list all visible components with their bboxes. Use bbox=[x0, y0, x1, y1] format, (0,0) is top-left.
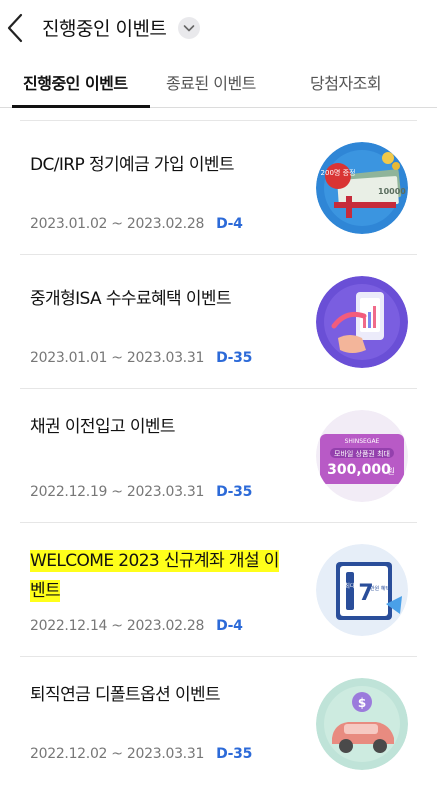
car-coin-icon: $ bbox=[316, 678, 408, 770]
dday-badge: D-4 bbox=[216, 216, 243, 232]
event-date: 2023.01.02 ~ 2023.02.28 D-4 bbox=[30, 216, 243, 232]
event-title: DC/IRP 정기예금 가입 이벤트 bbox=[30, 155, 235, 175]
gift-card-icon: SHINSEGAE 모바일 상품권 최대 300,000 원 bbox=[316, 410, 408, 502]
event-period: 2022.12.14 ~ 2023.02.28 bbox=[30, 618, 205, 634]
benefit-suffix: 만원 혜택 bbox=[370, 585, 390, 592]
hand-phone-chart-icon bbox=[316, 276, 408, 368]
event-period: 2022.12.19 ~ 2023.03.31 bbox=[30, 484, 205, 500]
event-date: 2022.12.02 ~ 2023.03.31 D-35 bbox=[30, 746, 252, 762]
chevron-down-icon[interactable] bbox=[178, 17, 200, 39]
dday-badge: D-4 bbox=[216, 618, 243, 634]
dday-badge: D-35 bbox=[216, 484, 253, 500]
app-header: 진행중인 이벤트 bbox=[0, 0, 437, 56]
dday-badge: D-35 bbox=[216, 350, 253, 366]
highlighted-title-line: WELCOME 2023 신규계좌 개설 이 bbox=[30, 550, 279, 572]
event-title: WELCOME 2023 신규계좌 개설 이 벤트 bbox=[30, 546, 320, 606]
calendar-benefit-icon: 최대 7 만원 혜택 bbox=[316, 544, 408, 636]
gift-badge: 200명 증정 bbox=[321, 168, 356, 177]
event-item-welcome[interactable]: WELCOME 2023 신규계좌 개설 이 벤트 2022.12.14 ~ 2… bbox=[0, 522, 437, 656]
benefit-big-number: 7 bbox=[358, 581, 373, 606]
event-date: 2022.12.14 ~ 2023.02.28 D-4 bbox=[30, 618, 243, 634]
event-date: 2022.12.19 ~ 2023.03.31 D-35 bbox=[30, 484, 252, 500]
event-item-isa[interactable]: 중개형ISA 수수료혜택 이벤트 2023.01.01 ~ 2023.03.31… bbox=[0, 254, 437, 388]
card-unit: 원 bbox=[387, 467, 394, 476]
tab-ended-events[interactable]: 종료된 이벤트 bbox=[166, 70, 256, 94]
event-item-bond[interactable]: 채권 이전입고 이벤트 2022.12.19 ~ 2023.03.31 D-35 … bbox=[0, 388, 437, 522]
tab-winner-lookup[interactable]: 당첨자조회 bbox=[310, 70, 382, 94]
event-title: 퇴직연금 디폴트옵션 이벤트 bbox=[30, 685, 221, 705]
event-title: 중개형ISA 수수료혜택 이벤트 bbox=[30, 289, 232, 309]
cash-gift-icon: 10000 200명 증정 bbox=[316, 142, 408, 234]
benefit-prefix: 최대 bbox=[344, 582, 355, 590]
event-title: 채권 이전입고 이벤트 bbox=[30, 417, 176, 437]
card-caption: 모바일 상품권 최대 bbox=[334, 449, 390, 458]
active-tab-indicator bbox=[12, 105, 150, 108]
event-date: 2023.01.01 ~ 2023.03.31 D-35 bbox=[30, 350, 252, 366]
event-item-default-option[interactable]: 퇴직연금 디폴트옵션 이벤트 2022.12.02 ~ 2023.03.31 D-… bbox=[0, 656, 437, 787]
bill-note: 10000 bbox=[378, 187, 406, 196]
event-period: 2022.12.02 ~ 2023.03.31 bbox=[30, 746, 205, 762]
tab-bar: 진행중인 이벤트 종료된 이벤트 당첨자조회 bbox=[0, 60, 437, 108]
card-amount: 300,000 bbox=[327, 462, 391, 478]
highlighted-title-line: 벤트 bbox=[30, 580, 61, 602]
back-arrow-icon[interactable] bbox=[4, 10, 28, 46]
tab-ongoing-events[interactable]: 진행중인 이벤트 bbox=[23, 70, 128, 94]
event-item-dc-irp[interactable]: DC/IRP 정기예금 가입 이벤트 2023.01.02 ~ 2023.02.… bbox=[0, 120, 437, 254]
event-period: 2023.01.02 ~ 2023.02.28 bbox=[30, 216, 205, 232]
dday-badge: D-35 bbox=[216, 746, 253, 762]
card-brand: SHINSEGAE bbox=[345, 438, 380, 445]
coin-symbol: $ bbox=[358, 696, 366, 710]
event-period: 2023.01.01 ~ 2023.03.31 bbox=[30, 350, 205, 366]
page-title: 진행중인 이벤트 bbox=[42, 18, 167, 40]
